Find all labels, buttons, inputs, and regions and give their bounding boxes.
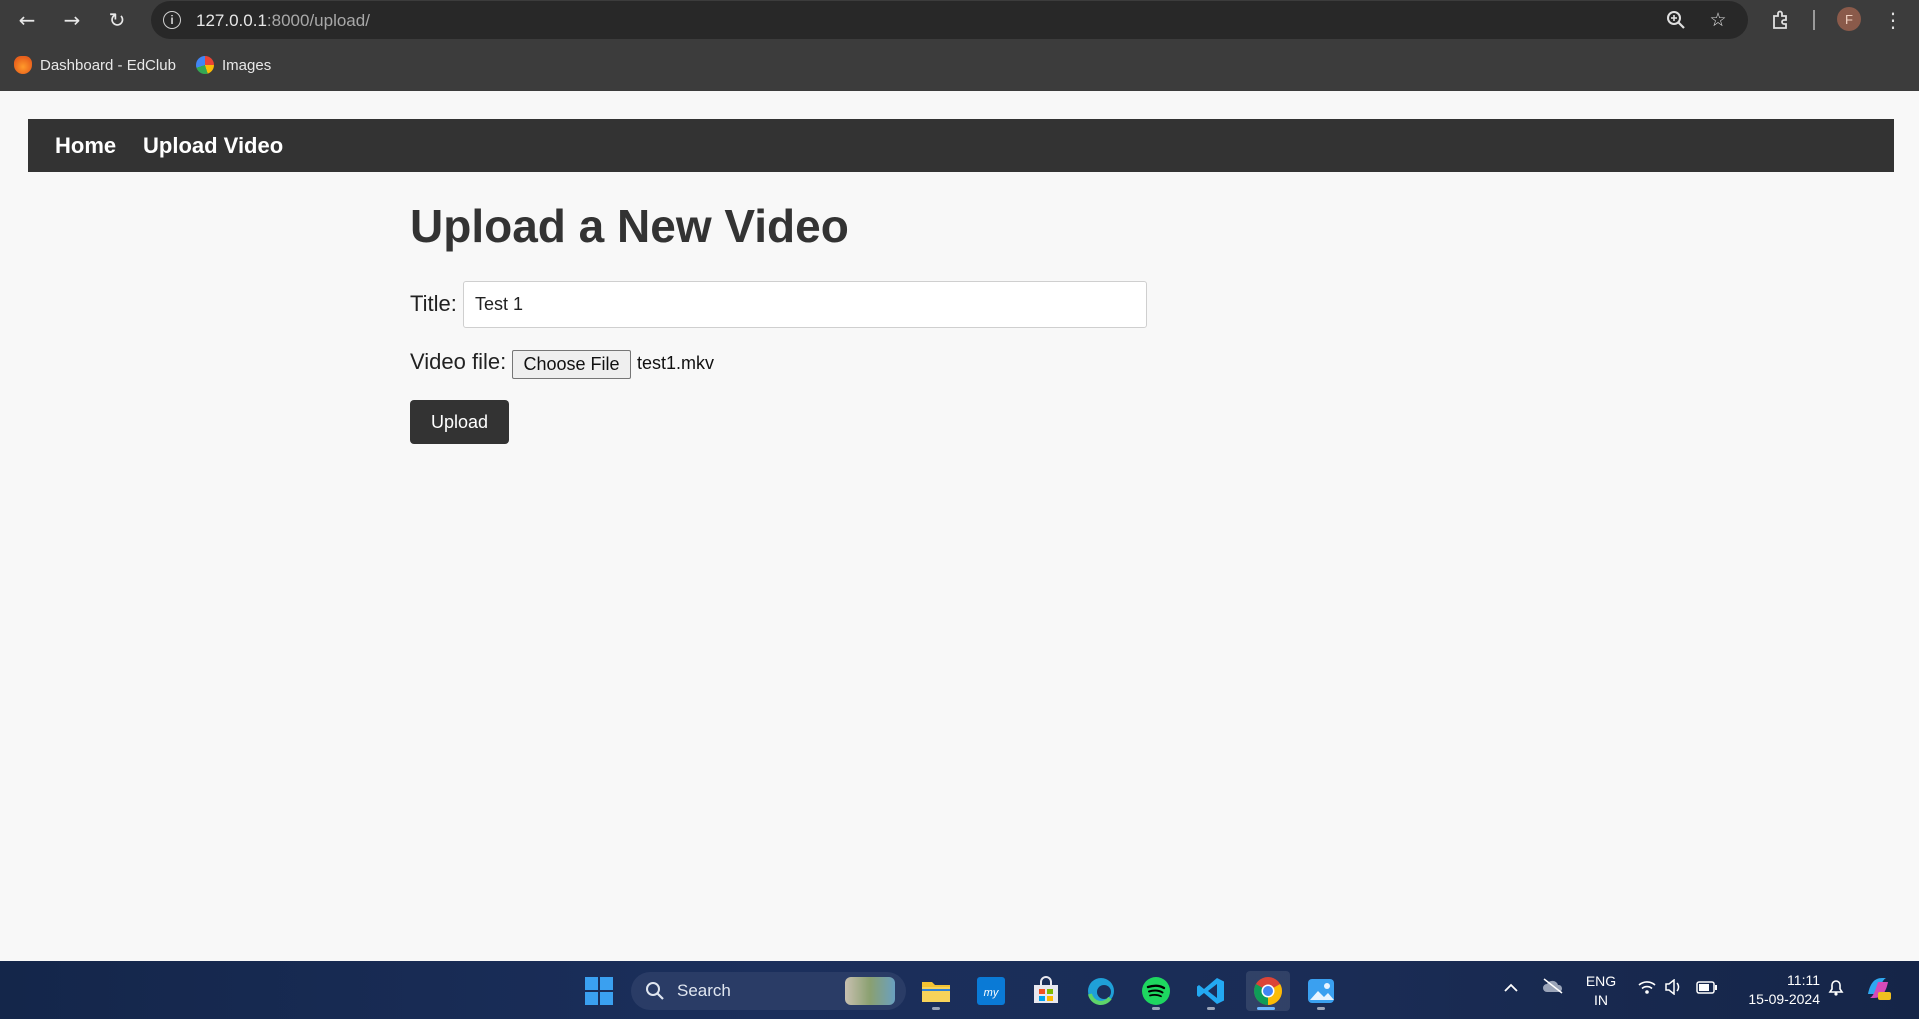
taskbar-chrome[interactable] <box>1246 971 1290 1011</box>
notification-bell-icon[interactable] <box>1826 977 1846 1001</box>
bookmark-star-icon[interactable]: ☆ <box>1704 6 1732 34</box>
site-info-icon[interactable]: i <box>163 11 181 29</box>
upload-button[interactable]: Upload <box>410 400 509 444</box>
running-indicator <box>1317 1007 1325 1010</box>
region-code: IN <box>1594 992 1608 1008</box>
taskbar-search[interactable]: Search <box>631 972 906 1010</box>
svg-text:my: my <box>984 987 1000 999</box>
chevron-up-icon[interactable] <box>1503 979 1519 997</box>
profile-avatar[interactable]: F <box>1837 7 1861 31</box>
vscode-icon <box>1197 978 1224 1004</box>
battery-icon[interactable] <box>1696 980 1718 998</box>
forward-arrow-icon[interactable]: → <box>57 5 87 35</box>
address-bar[interactable]: i 127.0.0.1:8000/upload/ ☆ <box>151 1 1748 39</box>
myhp-icon: my <box>977 977 1005 1005</box>
search-icon <box>646 982 664 1000</box>
bookmark-images[interactable]: Images <box>196 56 271 74</box>
taskbar-edge[interactable] <box>1081 971 1121 1011</box>
video-file-label: Video file: <box>410 349 507 374</box>
taskbar-vscode[interactable] <box>1191 971 1231 1011</box>
browser-toolbar: ← → ↻ i 127.0.0.1:8000/upload/ ☆ F ⋮ <box>0 0 1919 40</box>
page-title: Upload a New Video <box>410 200 849 252</box>
taskbar: Search my ENG IN 11:11 15-09-2024 <box>0 961 1919 1019</box>
url-path: :8000/upload/ <box>266 11 370 30</box>
taskbar-photos[interactable] <box>1301 971 1341 1011</box>
extensions-icon[interactable] <box>1766 5 1796 35</box>
taskbar-myhp[interactable]: my <box>971 971 1011 1011</box>
clock-date: 15-09-2024 <box>1748 991 1820 1007</box>
selected-file-name: test1.mkv <box>637 353 715 373</box>
folder-icon <box>922 982 950 1002</box>
browser-chrome: ← → ↻ i 127.0.0.1:8000/upload/ ☆ F ⋮ Das… <box>0 0 1919 91</box>
onedrive-offline-icon[interactable] <box>1541 978 1565 998</box>
copilot-icon[interactable] <box>1864 974 1892 1006</box>
bookmark-label: Dashboard - EdClub <box>40 56 176 74</box>
windows-logo-icon <box>585 977 613 1005</box>
page-content: Home Upload Video Upload a New Video Tit… <box>0 91 1919 961</box>
google-icon <box>196 56 214 74</box>
store-icon <box>1034 976 1058 1003</box>
taskbar-file-explorer[interactable] <box>916 971 956 1011</box>
start-button[interactable] <box>579 971 619 1011</box>
language-code: ENG <box>1585 973 1617 989</box>
photos-icon <box>1308 979 1334 1003</box>
title-input[interactable] <box>463 281 1147 328</box>
toolbar-divider <box>1813 10 1815 30</box>
zoom-icon[interactable] <box>1662 6 1690 34</box>
bookmark-edclub[interactable]: Dashboard - EdClub <box>14 56 176 74</box>
running-indicator <box>1152 1007 1160 1010</box>
title-label: Title: <box>410 291 457 316</box>
wifi-icon[interactable] <box>1637 979 1657 999</box>
taskbar-spotify[interactable] <box>1136 971 1176 1011</box>
running-indicator <box>932 1007 940 1010</box>
nav-link-home[interactable]: Home <box>55 133 116 159</box>
volume-icon[interactable] <box>1664 978 1684 999</box>
avatar-letter: F <box>1845 11 1853 27</box>
clock-time: 11:11 <box>1787 972 1820 988</box>
edclub-icon <box>14 56 32 74</box>
spotify-icon <box>1142 977 1170 1005</box>
search-label: Search <box>677 981 731 1000</box>
choose-file-button[interactable]: Choose File <box>512 350 631 379</box>
language-indicator[interactable]: ENG IN <box>1584 972 1618 1010</box>
clock[interactable]: 11:11 15-09-2024 <box>1736 971 1820 1009</box>
edge-icon <box>1088 978 1114 1005</box>
bookmark-label: Images <box>222 56 272 74</box>
bookmarks-bar: Dashboard - EdClub Images <box>0 51 1919 81</box>
nav-link-upload-video[interactable]: Upload Video <box>143 133 283 159</box>
reload-icon[interactable]: ↻ <box>102 5 132 35</box>
chrome-icon <box>1254 977 1282 1005</box>
running-indicator <box>1207 1007 1215 1010</box>
menu-kebab-icon[interactable]: ⋮ <box>1878 5 1908 35</box>
taskbar-store[interactable] <box>1026 971 1066 1011</box>
back-arrow-icon[interactable]: ← <box>12 5 42 35</box>
site-navbar: Home Upload Video <box>28 119 1894 172</box>
url-text[interactable]: 127.0.0.1:8000/upload/ <box>196 11 370 31</box>
url-host: 127.0.0.1 <box>196 11 267 30</box>
running-indicator <box>1257 1007 1275 1010</box>
search-highlight-icon <box>845 977 895 1005</box>
